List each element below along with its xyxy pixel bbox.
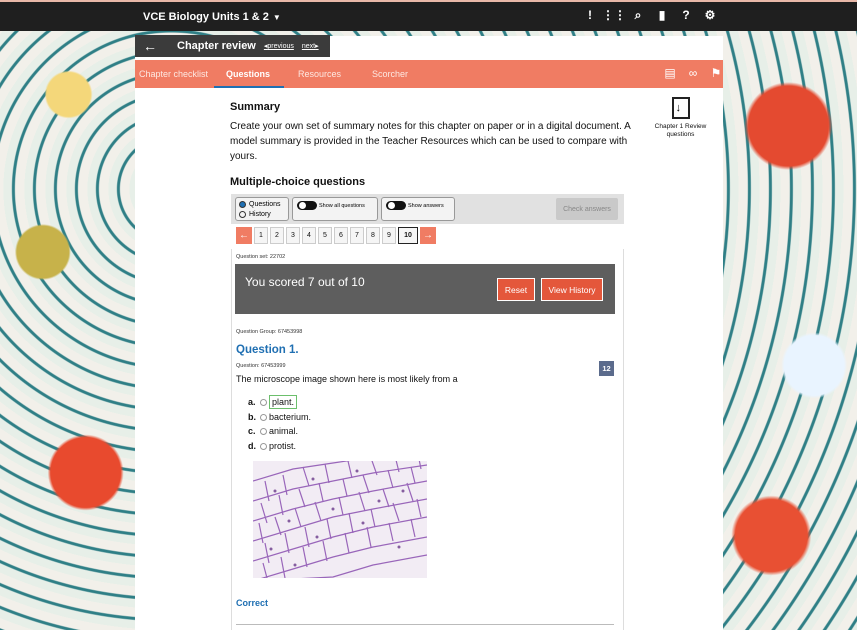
page-button[interactable]: 1 xyxy=(254,227,268,244)
toggle-switch-icon xyxy=(386,201,406,210)
apps-grid-icon[interactable]: ⋮⋮ xyxy=(602,8,626,22)
radio-icon xyxy=(260,398,267,406)
question-pager: ← 1 2 3 4 5 6 7 8 9 10 → xyxy=(236,227,436,244)
radio-icon xyxy=(260,442,267,450)
marks-badge: 12 xyxy=(599,361,614,376)
toggle-switch-icon xyxy=(297,201,317,210)
help-icon[interactable]: ? xyxy=(679,8,693,22)
summary-heading: Summary xyxy=(230,101,281,113)
tab-questions[interactable]: Questions xyxy=(226,69,270,79)
page-button[interactable]: 2 xyxy=(270,227,284,244)
previous-link[interactable]: ◂previous xyxy=(264,42,294,50)
chapter-review-title: Chapter review xyxy=(177,40,256,52)
page-button[interactable]: 8 xyxy=(366,227,380,244)
radio-icon xyxy=(260,413,267,421)
search-icon[interactable]: ⌕ xyxy=(631,8,645,22)
active-tab-indicator xyxy=(214,86,284,88)
mcq-heading: Multiple-choice questions xyxy=(230,176,366,188)
page-button-current[interactable]: 10 xyxy=(398,227,418,244)
option-a[interactable]: a. plant. xyxy=(248,395,298,409)
show-answers-toggle[interactable]: Show answers xyxy=(381,197,455,221)
course-title: VCE Biology Units 1 & 2 xyxy=(143,11,269,23)
question-text: The microscope image shown here is most … xyxy=(236,374,458,384)
divider xyxy=(236,624,614,625)
page-button[interactable]: 5 xyxy=(318,227,332,244)
document-download-icon xyxy=(671,97,690,119)
page-button[interactable]: 9 xyxy=(382,227,396,244)
page-button[interactable]: 7 xyxy=(350,227,364,244)
tab-chapter-checklist[interactable]: Chapter checklist xyxy=(139,69,208,79)
option-c[interactable]: c. animal. xyxy=(248,426,298,436)
answer-feedback: Correct xyxy=(236,598,269,608)
option-b[interactable]: b. bacterium. xyxy=(248,412,311,422)
top-bar: VCE Biology Units 1 & 2 ▼ ! ⋮⋮ ⌕ ▮ ? ⚙ xyxy=(0,0,857,31)
link-icon[interactable]: ∞ xyxy=(686,66,700,80)
mode-history-radio[interactable]: History xyxy=(239,210,285,220)
chapter-review-bar: ← Chapter review ◂previous next▸ xyxy=(135,35,330,57)
mode-questions-radio[interactable]: Questions xyxy=(239,200,285,210)
reset-button[interactable]: Reset xyxy=(497,278,535,301)
mode-selector: Questions History xyxy=(235,197,289,221)
caret-down-icon: ▼ xyxy=(272,12,281,22)
prev-question-arrow-icon[interactable]: ← xyxy=(236,227,252,244)
download-review-questions[interactable]: Chapter 1 Review questions xyxy=(648,97,713,139)
summary-text: Create your own set of summary notes for… xyxy=(230,121,631,162)
score-text: You scored 7 out of 10 xyxy=(245,275,365,289)
option-d[interactable]: d. protist. xyxy=(248,441,296,451)
page-button[interactable]: 6 xyxy=(334,227,348,244)
score-panel: You scored 7 out of 10 Reset View Histor… xyxy=(235,264,615,314)
question-set-id: Question set: 22702 xyxy=(236,254,286,260)
next-link[interactable]: next▸ xyxy=(302,42,319,50)
next-question-arrow-icon[interactable]: → xyxy=(420,227,436,244)
settings-icon[interactable]: ⚙ xyxy=(703,8,717,22)
back-arrow-icon[interactable]: ← xyxy=(135,38,165,54)
feedback-icon[interactable]: ! xyxy=(583,8,597,22)
tab-bar: Chapter checklist Questions Resources Sc… xyxy=(135,60,723,88)
microscope-image xyxy=(253,461,427,578)
check-answers-button[interactable]: Check answers xyxy=(556,198,618,220)
tab-scorcher[interactable]: Scorcher xyxy=(372,69,408,79)
bookmarks-icon[interactable]: ▮ xyxy=(655,8,669,22)
radio-icon xyxy=(260,427,267,435)
view-history-button[interactable]: View History xyxy=(541,278,603,301)
page-button[interactable]: 4 xyxy=(302,227,316,244)
bookmark-add-icon[interactable]: ⚑ xyxy=(709,66,723,80)
question-id: Question: 67453999 xyxy=(236,363,286,369)
question-controls: Questions History Show all questions Sho… xyxy=(231,194,624,224)
download-label: Chapter 1 Review questions xyxy=(654,123,707,138)
page-button[interactable]: 3 xyxy=(286,227,300,244)
show-all-toggle[interactable]: Show all questions xyxy=(292,197,378,221)
notes-icon[interactable]: ▤ xyxy=(663,66,677,80)
question-title: Question 1. xyxy=(236,344,299,356)
question-group-id: Question Group: 67453998 xyxy=(236,329,303,335)
tab-resources[interactable]: Resources xyxy=(298,69,341,79)
course-selector[interactable]: VCE Biology Units 1 & 2 ▼ xyxy=(143,11,281,23)
